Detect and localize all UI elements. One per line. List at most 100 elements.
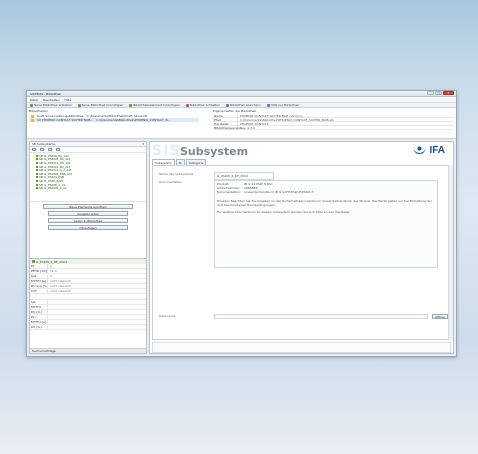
detail-key: DC [%] <box>30 325 48 329</box>
tree-node[interactable]: SB IL_PSDO8_2_CL <box>36 186 146 190</box>
suggestions-bar[interactable]: Suchvorschläge <box>30 348 146 353</box>
element-actions: Neue Elemente ermitteln Auswahl laden La… <box>30 201 146 232</box>
load-selection-button[interactable]: Auswahl laden <box>48 211 128 216</box>
documentation-field[interactable]: Produkt: IB IL 24 PSDI 8 PAC Artikelnumme… <box>214 180 438 268</box>
vertical-scrollbar[interactable] <box>448 165 453 340</box>
detail-value: e <box>50 264 52 268</box>
subsystem-icon <box>36 154 38 157</box>
detail-key: PL <box>30 264 48 268</box>
element-browser: SB Subsysteme ▾ SB IL_PSDI8_RC_ALT SB IL… <box>29 141 147 354</box>
toolbar-label: Neue Bibliothek erstellen <box>34 103 72 107</box>
menu-file[interactable]: Datei <box>30 98 38 102</box>
ifa-logo: IFA <box>412 145 445 156</box>
documentation-row: Dokumentation Produkt: IB IL 24 PSDI 8 PA… <box>159 180 438 268</box>
detail-value: 1E-9 <box>50 269 57 273</box>
find-elements-button[interactable]: Neue Elemente ermitteln <box>43 204 133 209</box>
properties-header: Eigenschaften der Bibliothek <box>213 109 257 113</box>
detail-key: CCF <box>30 289 48 293</box>
detail-value: 4 <box>50 274 52 278</box>
detail-key: DC [%] <box>30 310 48 314</box>
name-field[interactable]: IL_PSDI8_4_RE_2004 <box>214 172 274 180</box>
toolbar-label: Bibliothek speichern <box>229 103 261 107</box>
subsystem-icon <box>36 187 38 190</box>
toolbar-label: Bibliothek schließen <box>189 103 220 107</box>
banner-title: Subsystem <box>180 145 249 158</box>
save-library-icon <box>225 103 229 107</box>
property-value: Rev. 1.3.0 <box>240 125 255 130</box>
expand-icon[interactable] <box>32 148 36 151</box>
subsystem-icon <box>36 169 38 172</box>
library-overview: Bibliotheken Kraft Sinne Leistungsbiblio… <box>27 108 456 139</box>
subsystem-editor: SIS Subsystem IFA Subsystem PL Kategorie… <box>149 141 454 354</box>
subsystem-icon <box>36 158 38 161</box>
property-row: Bibliotheksversion Rev. 1.3.0 <box>213 125 454 130</box>
subsystem-icon <box>36 179 38 182</box>
element-detail: IL_PSDI8_4_RE_2004 PL e PFHD [1/h] 1E-9 Ka… <box>30 258 146 353</box>
library-list: Bibliotheken Kraft Sinne Leistungsbiblio… <box>29 109 199 122</box>
doc-line: Dokumentation: Anwenderhandbuch IB IL SAF… <box>217 190 435 194</box>
detail-key: MTTFd [a] <box>30 279 48 283</box>
bottom-panel <box>152 342 451 353</box>
sort-icon[interactable] <box>56 148 60 151</box>
ifa-logo-icon <box>413 146 427 154</box>
subsystem-icon <box>36 165 38 168</box>
open-button[interactable]: Öffnen <box>432 314 448 319</box>
detail-key: SIL <box>30 300 48 304</box>
maximize-button[interactable]: □ <box>435 91 442 95</box>
library-path: C:\Dokumente\Bibliothek\PHOENIX_CONTACT_… <box>96 118 172 122</box>
library-icon <box>31 118 34 122</box>
toolbar-help[interactable]: Hilfe zur Bibliothek <box>266 103 299 107</box>
toolbar-add-element[interactable]: Bibliothekselement hinzufügen <box>129 103 180 107</box>
file-label: Dateiname <box>159 314 176 318</box>
filter-icon[interactable] <box>48 148 52 151</box>
toolbar-close-library[interactable]: Bibliothek schließen <box>185 103 220 107</box>
toolbar-label: Hilfe zur Bibliothek <box>270 103 299 107</box>
load-into-library-button[interactable]: Laden in Bibliothek <box>48 218 128 223</box>
add-element-icon <box>129 103 133 107</box>
library-row-selected[interactable]: SV PHOENIX CONTACT SICHER BLIB... C:\Dok… <box>29 118 199 122</box>
subsystem-tab-content: Name des Subsystems IL_PSDI8_4_RE_2004 D… <box>152 165 451 340</box>
editor-banner: SIS Subsystem IFA <box>150 142 453 159</box>
element-tree: SB IL_PSDI8_RC_ALT SB IL_PSDO8_RC_ALT SB… <box>30 153 146 201</box>
add-button[interactable]: Hinzufügen <box>48 225 128 230</box>
toolbar-label: Bibliothekselement hinzufügen <box>133 103 180 107</box>
banner-watermark: SIS <box>152 143 181 159</box>
detail-value: nicht relevant <box>50 284 71 288</box>
chevron-down-icon: ▾ <box>142 142 144 146</box>
subsystem-icon <box>32 260 35 263</box>
element-detail-name: IL_PSDI8_4_RE_2004 <box>36 259 67 264</box>
doc-key: Dokumentation: <box>217 190 242 195</box>
name-row: Name des Subsystems IL_PSDI8_4_RE_2004 <box>159 172 438 180</box>
menu-edit[interactable]: Bearbeiten <box>43 98 59 102</box>
detail-key: MTTFd <box>30 305 48 309</box>
property-key: Bibliotheksversion <box>214 125 242 130</box>
add-library-icon <box>77 103 81 107</box>
help-icon <box>266 103 270 107</box>
detail-value: nicht relevant <box>50 289 71 293</box>
toolbar-save-library[interactable]: Bibliothek speichern <box>225 103 261 107</box>
toolbar-add-library[interactable]: Neue Bibliothek hinzufügen <box>77 103 124 107</box>
toolbar-new-library[interactable]: Neue Bibliothek erstellen <box>30 103 72 107</box>
tree-node-label: SB IL_PSDO8_2_CL <box>39 186 67 191</box>
minimize-button[interactable]: _ <box>427 91 434 95</box>
window-title: SISTEMA - Bibliothek <box>30 91 62 96</box>
close-button[interactable]: ✕ <box>443 91 454 95</box>
file-field[interactable] <box>214 314 428 319</box>
ifa-logo-text: IFA <box>429 145 445 156</box>
toolbar-label: Neue Bibliothek hinzufügen <box>81 103 124 107</box>
menu-help[interactable]: Hilfe <box>65 98 72 102</box>
suggestions-label: Suchvorschläge <box>32 349 56 353</box>
collapse-icon[interactable] <box>40 148 44 151</box>
file-row: Dateiname <box>159 314 428 319</box>
window-controls: _ □ ✕ <box>427 91 454 95</box>
library-properties: Eigenschaften der Bibliothek Name PHOENIX… <box>213 109 454 130</box>
library-icon <box>31 114 34 118</box>
subsystem-icon <box>36 176 38 179</box>
documentation-label: Dokumentation <box>159 180 183 184</box>
doc-paragraph: Für weitere Informationen zu diesem Subs… <box>217 210 351 215</box>
detail-key: PFHD [1/h] <box>31 269 48 273</box>
library-name: SV PHOENIX CONTACT SICHER BLIB... <box>37 118 94 122</box>
doc-paragraph: Hinweis: Beachten Sie die Angaben zu den… <box>217 198 432 207</box>
application-window: SISTEMA - Bibliothek _ □ ✕ Datei Bearbei… <box>26 90 457 357</box>
subsystem-icon <box>36 161 38 164</box>
